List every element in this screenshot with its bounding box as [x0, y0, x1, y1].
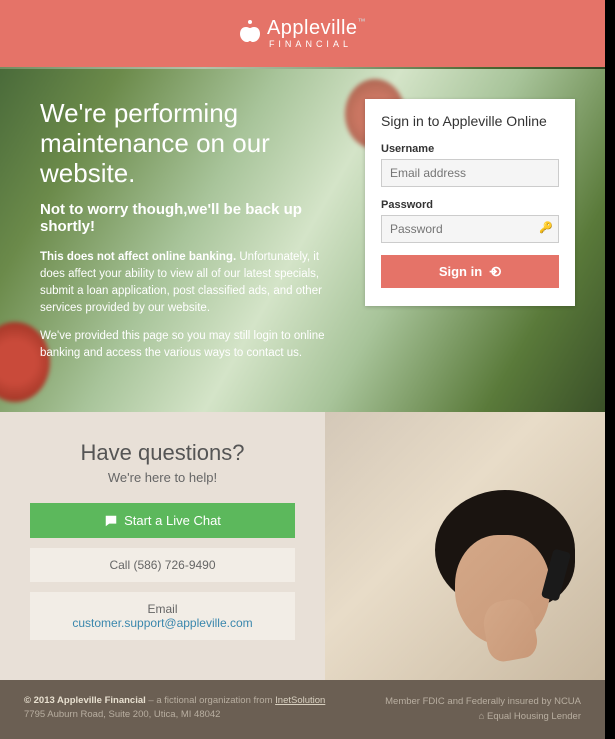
footer-equal-housing: ⌂ Equal Housing Lender	[385, 709, 581, 724]
help-title: Have questions?	[30, 440, 295, 466]
help-image	[325, 412, 605, 680]
password-label: Password	[381, 199, 559, 211]
signin-panel: Sign in to Appleville Online Username Pa…	[365, 99, 575, 306]
email-contact: Email customer.support@appleville.com	[30, 592, 295, 640]
help-section: Have questions? We're here to help! Star…	[0, 412, 605, 680]
phone-contact[interactable]: Call (586) 726-9490	[30, 548, 295, 582]
chat-icon	[104, 514, 118, 528]
live-chat-button[interactable]: Start a Live Chat	[30, 503, 295, 538]
brand-subtitle: FINANCIAL	[267, 40, 352, 49]
hero-section: We're performing maintenance on our webs…	[0, 67, 605, 412]
hero-paragraph-2: We've provided this page so you may stil…	[40, 328, 345, 363]
footer-fdic: Member FDIC and Federally insured by NCU…	[385, 694, 581, 709]
hero-title: We're performing maintenance on our webs…	[40, 99, 345, 189]
copyright: © 2013 Appleville Financial	[24, 695, 146, 706]
footer-address: 7795 Auburn Road, Suite 200, Utica, MI 4…	[24, 708, 325, 722]
header: Appleville™ FINANCIAL	[0, 0, 605, 67]
apple-icon	[239, 19, 261, 49]
username-label: Username	[381, 143, 559, 155]
signin-arrow-icon	[488, 265, 501, 278]
footer: © 2013 Appleville Financial – a fictiona…	[0, 680, 605, 738]
hero-subtitle: Not to worry though,we'll be back up sho…	[40, 201, 345, 235]
signin-title: Sign in to Appleville Online	[381, 113, 559, 129]
username-input[interactable]	[381, 159, 559, 187]
support-email-link[interactable]: customer.support@appleville.com	[72, 616, 252, 630]
password-input[interactable]	[381, 215, 559, 243]
key-icon: 🔑	[539, 221, 553, 234]
signin-button[interactable]: Sign in	[381, 255, 559, 288]
brand-logo: Appleville™ FINANCIAL	[239, 18, 366, 49]
help-subtitle: We're here to help!	[30, 470, 295, 485]
brand-name: Appleville	[267, 17, 358, 39]
trademark: ™	[358, 17, 367, 26]
inetsolution-link[interactable]: InetSolution	[275, 695, 325, 706]
hero-paragraph-1: This does not affect online banking. Unf…	[40, 249, 345, 318]
